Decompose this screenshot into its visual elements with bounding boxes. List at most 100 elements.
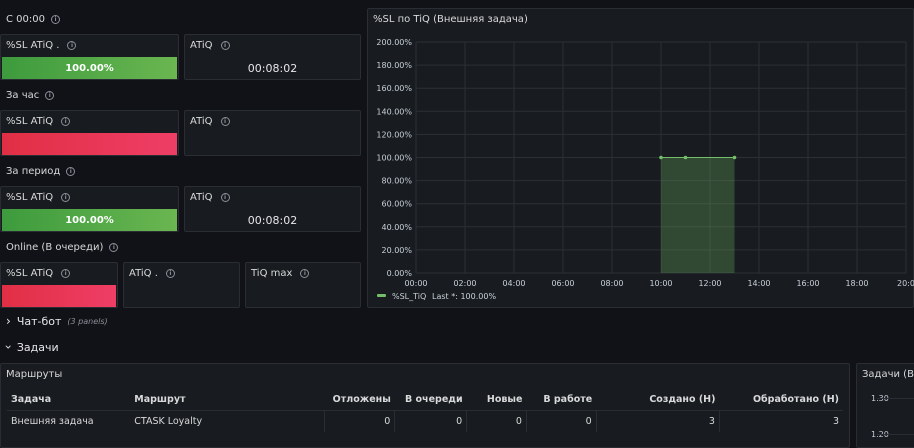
routes-panel: Маршруты Задача Маршрут Отложены В очере…	[0, 363, 850, 448]
y-tick-label: 120.00%	[376, 130, 412, 139]
y-tick-label: 20.00%	[381, 246, 412, 255]
x-tick-label: 10:00	[649, 279, 672, 288]
sl-bar	[2, 285, 116, 307]
data-point	[659, 155, 663, 160]
info-icon[interactable]: i	[220, 193, 230, 202]
col-header[interactable]: Маршрут	[130, 390, 325, 410]
col-header[interactable]: Новые	[467, 390, 527, 410]
info-icon[interactable]: i	[61, 269, 71, 278]
row-tasks[interactable]: › Задачи	[1, 340, 59, 354]
x-tick-label: 08:00	[600, 279, 623, 288]
data-point	[683, 155, 688, 160]
panel-title: %SL ATiQ	[6, 116, 54, 127]
y-tick-label: 100.00%	[376, 154, 412, 163]
sl-atiq-panel-3: %SL ATiQ i 100.00%	[0, 186, 179, 232]
cell-task: Внешняя задача	[7, 409, 131, 432]
x-tick-label: 06:00	[551, 279, 574, 288]
info-icon[interactable]: i	[61, 193, 71, 202]
atiq-panel-1: ATiQ i 00:08:02	[184, 34, 361, 80]
sl-atiq-panel-2: %SL ATiQ i	[0, 110, 179, 156]
y-tick-label: 0.00%	[387, 269, 413, 278]
y-tick-label: 140.00%	[376, 107, 412, 116]
info-icon[interactable]: i	[50, 15, 60, 24]
table-header-row: Задача Маршрут Отложены В очереди Новые …	[7, 390, 843, 410]
panel-title: %SL ATiQ	[6, 192, 54, 203]
online-atiq-panel: ATiQ . i	[123, 262, 240, 308]
info-icon[interactable]: i	[66, 167, 76, 176]
panel-title: %SL ATiQ .	[6, 40, 60, 51]
row-tasks-title: Задачи	[16, 340, 59, 354]
sl-bar: 100.00%	[2, 57, 177, 79]
row-chatbot-panel-count: (3 panels)	[67, 316, 108, 326]
info-icon[interactable]: i	[300, 269, 310, 278]
x-tick-label: 02:00	[453, 279, 476, 288]
group-title-hour: За час i	[6, 90, 55, 101]
sl-tiq-chart-panel: %SL по TiQ (Внешняя задача) 0.00% 20.00% 4…	[367, 8, 914, 308]
x-tick-label: 12:00	[698, 279, 721, 288]
atiq-panel-2: ATiQ i	[184, 110, 361, 156]
x-tick-label: 00:00	[404, 279, 427, 288]
group-title-online: Online (В очереди) i	[6, 242, 119, 253]
info-icon[interactable]: i	[61, 117, 71, 126]
atiq-value: 00:08:02	[247, 62, 298, 75]
y-tick-label: 80.00%	[381, 177, 412, 186]
cell-queued: 0	[394, 409, 467, 432]
x-tick-label: 18:00	[845, 279, 868, 288]
chevron-right-icon: ›	[6, 314, 11, 328]
y-tick-label: 60.00%	[381, 200, 412, 209]
col-header[interactable]: Отложены	[325, 390, 395, 410]
info-icon[interactable]: i	[165, 269, 175, 278]
col-header[interactable]: Обработано (Н)	[719, 390, 843, 410]
x-tick-label: 16:00	[796, 279, 819, 288]
group-title-period: За период i	[6, 166, 76, 177]
y-tick-label: 200.00%	[376, 38, 412, 47]
x-tick-label: 04:00	[502, 279, 525, 288]
panel-title: TiQ max	[251, 268, 293, 279]
legend-last-value: Last *: 100.00%	[432, 292, 496, 301]
sl-atiq-panel-1: %SL ATiQ . i 100.00%	[0, 34, 179, 80]
y-tick-label: 180.00%	[376, 61, 412, 70]
atiq-panel-3: ATiQ i 00:08:02	[184, 186, 361, 232]
info-icon[interactable]: i	[67, 41, 77, 50]
legend-swatch	[377, 294, 386, 297]
gridline	[877, 434, 914, 435]
online-tiq-max-panel: TiQ max i	[245, 262, 361, 308]
panel-title: %SL ATiQ	[6, 268, 54, 279]
col-header[interactable]: В очереди	[395, 390, 467, 410]
col-header[interactable]: В работе	[526, 390, 596, 410]
sl-bar	[2, 133, 177, 155]
online-sl-panel: %SL ATiQ i	[0, 262, 118, 308]
y-tick-label: 160.00%	[376, 84, 412, 93]
cell-processed: 3	[718, 409, 843, 432]
group-title-since-midnight: С 00:00 i	[6, 14, 60, 25]
series-area	[661, 157, 735, 273]
table-row: Внешняя задача CTASK Loyalty 0 0 0 0 3 3	[7, 409, 843, 432]
atiq-value: 00:08:02	[247, 214, 298, 227]
cell-created: 3	[595, 409, 720, 432]
x-tick-label: 20:0	[897, 279, 914, 288]
cell-in-work: 0	[525, 409, 597, 432]
x-tick-label: 14:00	[747, 279, 770, 288]
cell-route: CTASK Loyalty	[130, 409, 325, 432]
info-icon[interactable]: i	[45, 91, 55, 100]
info-icon[interactable]: i	[220, 117, 230, 126]
col-header[interactable]: Создано (Н)	[596, 390, 719, 410]
legend-label: %SL_TiQ	[392, 292, 426, 301]
info-icon[interactable]: i	[220, 41, 230, 50]
panel-title: ATiQ .	[129, 268, 158, 279]
row-chatbot[interactable]: › Чат-бот (3 panels)	[6, 314, 108, 328]
panel-title: ATiQ	[190, 40, 213, 51]
routes-title: Маршруты	[6, 369, 63, 380]
chevron-down-icon: ›	[1, 344, 16, 350]
col-header[interactable]: Задача	[7, 390, 130, 410]
cell-postponed: 0	[324, 409, 395, 432]
routes-table: Задача Маршрут Отложены В очереди Новые …	[7, 390, 843, 432]
data-point	[732, 155, 737, 160]
sl-bar: 100.00%	[2, 209, 177, 231]
sl-tiq-chart: 0.00% 20.00% 40.00% 60.00% 80.00% 100.00% 120.…	[376, 38, 914, 301]
panel-title: ATiQ	[190, 192, 213, 203]
info-icon[interactable]: i	[109, 243, 119, 252]
row-chatbot-title: Чат-бот	[16, 314, 62, 328]
gridline	[877, 398, 914, 399]
y-tick-label: 40.00%	[381, 223, 412, 232]
